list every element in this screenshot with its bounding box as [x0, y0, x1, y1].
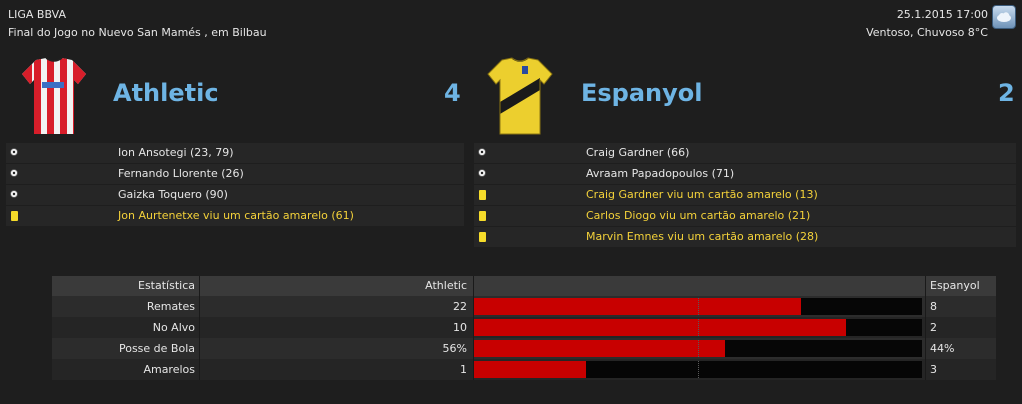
stat-bar-fill [474, 298, 802, 315]
event-text: Avraam Papadopoulos (71) [586, 167, 735, 180]
stat-bar [474, 361, 922, 378]
stat-bar [474, 319, 922, 336]
home-event-row: Jon Aurtenetxe viu um cartão amarelo (61… [6, 206, 464, 226]
match-subtitle: Final do Jogo no Nuevo San Mamés , em Bi… [8, 26, 267, 39]
away-event-row: Carlos Diogo viu um cartão amarelo (21) [474, 206, 1016, 226]
match-weather: Ventoso, Chuvoso 8°C [866, 26, 988, 39]
away-team-name[interactable]: Espanyol [581, 79, 703, 107]
event-text: Gaizka Toquero (90) [118, 188, 228, 201]
yellow-card-icon [11, 206, 18, 228]
league-name: LIGA BBVA [8, 8, 67, 21]
cloud-icon [997, 12, 1011, 22]
home-event-row: Fernando Llorente (26) [6, 164, 464, 184]
stat-label: No Alvo [152, 321, 195, 334]
away-event-row: Craig Gardner (66) [474, 143, 1016, 163]
stat-home-value: 1 [199, 359, 471, 380]
home-events-list: Ion Ansotegi (23, 79) Fernando Llorente … [6, 143, 464, 226]
away-score: 2 [998, 79, 1015, 107]
home-event-row: Ion Ansotegi (23, 79) [6, 143, 464, 163]
stats-row: Amarelos 1 3 [52, 359, 996, 380]
stat-bar [474, 340, 922, 357]
away-event-row: Craig Gardner viu um cartão amarelo (13) [474, 185, 1016, 205]
stat-bar-cell [473, 359, 923, 380]
event-text: Craig Gardner viu um cartão amarelo (13) [586, 188, 818, 201]
event-text: Marvin Emnes viu um cartão amarelo (28) [586, 230, 819, 243]
away-event-row: Avraam Papadopoulos (71) [474, 164, 1016, 184]
stat-away-value: 8 [925, 296, 996, 317]
stat-away-value: 44% [925, 338, 996, 359]
away-shirt-icon [486, 56, 554, 136]
stats-row: Posse de Bola 56% 44% [52, 338, 996, 359]
stat-home-value: 56% [199, 338, 471, 359]
stats-row: Remates 22 8 [52, 296, 996, 317]
home-event-row: Gaizka Toquero (90) [6, 185, 464, 205]
stat-label: Remates [146, 300, 195, 313]
stat-label: Posse de Bola [118, 342, 195, 355]
event-text: Carlos Diogo viu um cartão amarelo (21) [586, 209, 811, 222]
yellow-card-icon [479, 227, 486, 249]
stat-bar-cell [473, 338, 923, 359]
stat-home-value: 10 [199, 317, 471, 338]
stat-bar [474, 298, 922, 315]
bar-midline [698, 319, 699, 336]
yellow-card-icon [479, 206, 486, 228]
match-header-right: 25.1.2015 17:00 Ventoso, Chuvoso 8°C [866, 6, 988, 42]
home-team-name[interactable]: Athletic [113, 79, 219, 107]
stat-home-value: 22 [199, 296, 471, 317]
away-events-list: Craig Gardner (66) Avraam Papadopoulos (… [474, 143, 1016, 247]
stats-header-home[interactable]: Athletic [199, 276, 471, 296]
match-stats-table: Estatística Athletic Espanyol Remates 22… [52, 276, 996, 380]
stats-header-bar [473, 276, 923, 296]
event-text: Craig Gardner (66) [586, 146, 690, 159]
stats-body: Remates 22 8 No Alvo 10 2 Posse de Bola … [52, 296, 996, 380]
weather-icon-button[interactable] [992, 5, 1016, 29]
stat-label: Amarelos [143, 363, 195, 376]
yellow-card-icon [479, 185, 486, 207]
stat-bar-cell [473, 317, 923, 338]
stat-bar-cell [473, 296, 923, 317]
home-shirt-icon [20, 56, 88, 136]
stats-header-away[interactable]: Espanyol [925, 276, 996, 296]
event-text: Fernando Llorente (26) [118, 167, 244, 180]
match-header-left: LIGA BBVA Final do Jogo no Nuevo San Mam… [8, 6, 267, 42]
bar-midline [698, 298, 699, 315]
stat-away-value: 2 [925, 317, 996, 338]
home-score: 4 [444, 79, 461, 107]
event-text: Ion Ansotegi (23, 79) [118, 146, 234, 159]
stats-row: No Alvo 10 2 [52, 317, 996, 338]
stat-bar-fill [474, 361, 586, 378]
stats-header-label[interactable]: Estatística [52, 276, 197, 296]
match-datetime: 25.1.2015 17:00 [896, 8, 988, 21]
bar-midline [698, 361, 699, 378]
bar-midline [698, 340, 699, 357]
stat-bar-fill [474, 340, 725, 357]
event-text: Jon Aurtenetxe viu um cartão amarelo (61… [118, 209, 354, 222]
stat-bar-fill [474, 319, 846, 336]
away-event-row: Marvin Emnes viu um cartão amarelo (28) [474, 227, 1016, 247]
stat-away-value: 3 [925, 359, 996, 380]
stats-header-row: Estatística Athletic Espanyol [52, 276, 996, 296]
